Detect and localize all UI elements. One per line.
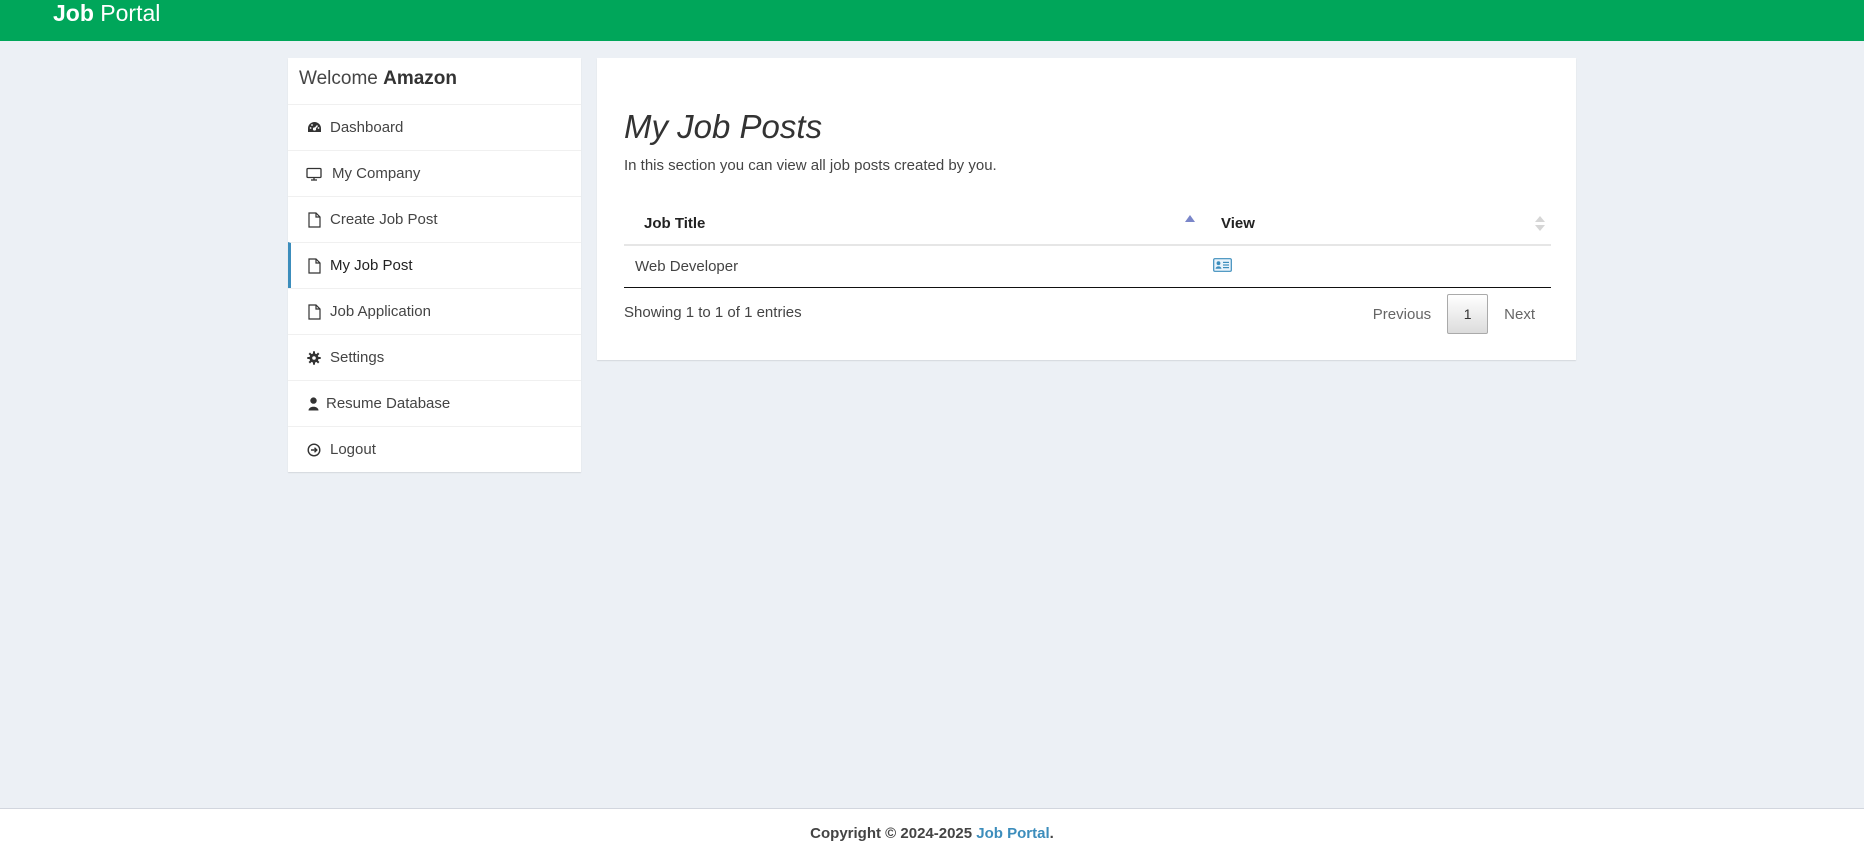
table-row: Web Developer xyxy=(624,246,1551,288)
sidebar-item-job-application[interactable]: Job Application xyxy=(288,288,581,334)
sidebar-item-label: My Job Post xyxy=(330,257,413,274)
sidebar-item-dashboard[interactable]: Dashboard xyxy=(288,104,581,150)
sidebar-item-resume-database[interactable]: Resume Database xyxy=(288,380,581,426)
sort-ascending-icon xyxy=(1185,215,1195,222)
welcome-name: Amazon xyxy=(383,68,458,89)
file-icon xyxy=(306,257,322,274)
copyright-text: Copyright © 2024-2025 xyxy=(810,825,973,842)
gear-icon xyxy=(306,350,322,366)
previous-button[interactable]: Previous xyxy=(1357,306,1447,323)
sidebar-item-label: Settings xyxy=(330,349,385,366)
sidebar-item-label: Dashboard xyxy=(330,119,404,136)
brand-rest: Portal xyxy=(100,0,161,26)
file-icon xyxy=(306,303,322,320)
brand-bold: Job xyxy=(53,0,94,26)
sidebar-item-label: My Company xyxy=(332,165,421,182)
logout-icon xyxy=(306,442,322,458)
table-info: Showing 1 to 1 of 1 entries xyxy=(624,304,802,321)
page-subtitle: In this section you can view all job pos… xyxy=(624,157,997,174)
view-cell xyxy=(1207,257,1551,276)
sort-both-icon xyxy=(1535,216,1545,232)
table-header: Job Title View xyxy=(624,204,1551,246)
welcome-text: Welcome Amazon xyxy=(288,58,581,104)
column-header-view[interactable]: View xyxy=(1207,203,1551,245)
top-navbar: Job Portal xyxy=(0,0,1864,41)
sidebar-item-my-company[interactable]: My Company xyxy=(288,150,581,196)
job-posts-table: Job Title View Web Developer xyxy=(624,204,1551,288)
sidebar-item-label: Job Application xyxy=(330,303,431,320)
sidebar-item-create-job-post[interactable]: Create Job Post xyxy=(288,196,581,242)
brand-logo[interactable]: Job Portal xyxy=(53,0,160,26)
sidebar-item-label: Create Job Post xyxy=(330,211,438,228)
footer-suffix: . xyxy=(1049,825,1054,842)
file-icon xyxy=(306,211,322,228)
site-footer: Copyright © 2024-2025 Job Portal. xyxy=(0,808,1864,851)
sidebar: Welcome Amazon Dashboard My Company Crea… xyxy=(288,58,581,472)
page-button-current[interactable]: 1 xyxy=(1447,294,1489,334)
table-footer: Showing 1 to 1 of 1 entries Previous 1 N… xyxy=(624,294,1551,334)
monitor-icon xyxy=(306,166,322,182)
column-header-job-title[interactable]: Job Title xyxy=(624,203,1207,245)
column-header-label: View xyxy=(1221,215,1255,232)
sidebar-item-settings[interactable]: Settings xyxy=(288,334,581,380)
page-title: My Job Posts xyxy=(624,108,823,145)
sidebar-item-my-job-post[interactable]: My Job Post xyxy=(288,242,581,288)
welcome-prefix: Welcome xyxy=(299,68,378,89)
id-card-icon[interactable] xyxy=(1213,257,1232,276)
user-icon xyxy=(306,396,320,412)
column-header-label: Job Title xyxy=(644,215,706,232)
job-title-cell: Web Developer xyxy=(635,258,739,275)
footer-link[interactable]: Job Portal xyxy=(976,825,1049,842)
sidebar-item-logout[interactable]: Logout xyxy=(288,426,581,472)
sidebar-item-label: Resume Database xyxy=(326,395,451,412)
sidebar-item-label: Logout xyxy=(330,441,376,458)
main-panel: My Job Posts In this section you can vie… xyxy=(597,58,1576,360)
next-button[interactable]: Next xyxy=(1488,306,1551,323)
dashboard-icon xyxy=(306,120,322,136)
pagination: Previous 1 Next xyxy=(1357,294,1551,334)
